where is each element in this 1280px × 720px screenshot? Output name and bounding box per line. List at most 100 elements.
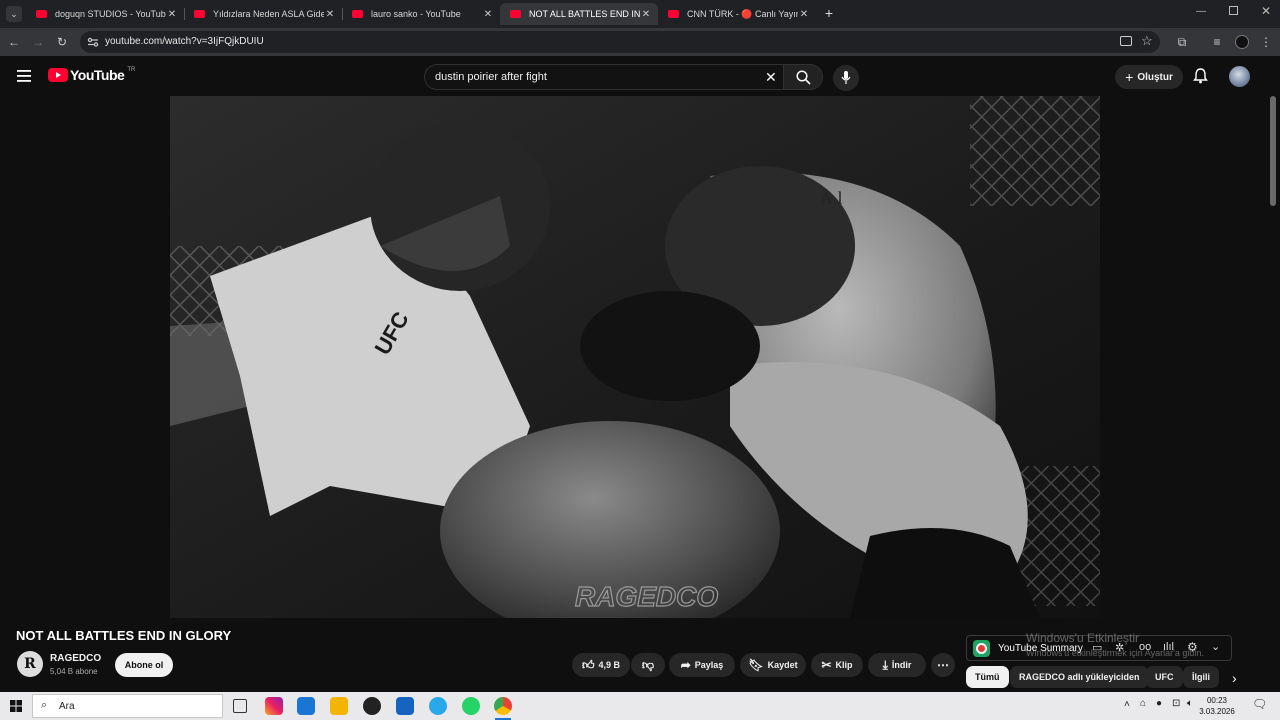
channel-name[interactable]: RAGEDCO	[50, 653, 101, 664]
tattoo-text: A.l	[820, 188, 843, 208]
microphone-icon	[841, 71, 851, 84]
new-tab-button[interactable]: +	[822, 5, 836, 21]
url-text: youtube.com/watch?v=3IjFQjkDUIU	[105, 36, 264, 47]
download-icon: ⤓	[882, 657, 888, 672]
youtube-favicon-icon	[36, 10, 47, 18]
clock-date: 3.03.2026	[1199, 707, 1235, 716]
chrome-app-icon[interactable]	[494, 697, 512, 715]
trello-app-icon[interactable]	[396, 697, 414, 715]
browser-tab-active[interactable]: NOT ALL BATTLES END IN GLORY ✕	[500, 3, 658, 25]
close-window-button[interactable]: ✕	[1261, 4, 1271, 18]
share-arrow-icon: ➦	[680, 658, 691, 672]
video-watermark: RAGEDCO	[575, 581, 718, 612]
volume-icon[interactable]: ⊡	[1172, 698, 1180, 709]
profile-icon[interactable]	[1235, 35, 1249, 49]
subscribe-button[interactable]: Abone ol	[115, 653, 173, 677]
share-button[interactable]: ➦ Paylaş	[669, 653, 735, 677]
close-tab-icon[interactable]: ✕	[482, 9, 494, 20]
search-input[interactable]: dustin poirier after fight ✕	[424, 64, 784, 90]
restore-window-button[interactable]	[1229, 6, 1238, 15]
page-scrollbar[interactable]	[1270, 96, 1276, 206]
youtube-favicon-icon	[510, 10, 521, 18]
notifications-icon[interactable]: 🗨︎	[1252, 697, 1267, 711]
task-view-icon[interactable]	[233, 699, 247, 713]
account-avatar[interactable]	[1229, 66, 1250, 87]
search-icon	[796, 70, 811, 85]
windows-taskbar: ⌕ Ara ˄ ⌂ ● ⊡ 🔈︎ 00:23 3.03.2026 🗨︎	[0, 692, 1280, 720]
search-button[interactable]	[783, 64, 823, 90]
browser-tab-strip: ⌄ doguqn STUDIOS - YouTube ✕ Yıldızlara …	[0, 0, 1280, 28]
speaker-icon[interactable]: 🔈︎	[1187, 698, 1193, 709]
create-label: Oluştur	[1137, 71, 1173, 83]
network-icon[interactable]: ⌂	[1140, 698, 1146, 709]
chrome-menu-icon[interactable]: ⋮	[1258, 34, 1274, 50]
youtube-play-logo-icon	[48, 68, 68, 82]
browser-tab[interactable]: Yıldızlara Neden ASLA Gidemey ✕	[184, 3, 342, 25]
summary-logo-icon	[973, 640, 990, 657]
chip-related[interactable]: İlgili	[1183, 666, 1219, 688]
clear-search-icon[interactable]: ✕	[765, 69, 777, 86]
dislike-button[interactable]: 👎︎	[631, 653, 665, 677]
whatsapp-app-icon[interactable]	[462, 697, 480, 715]
like-count: 4,9 B	[598, 660, 621, 670]
show-hidden-icons-icon[interactable]: ˄	[1124, 699, 1130, 710]
chevron-down-icon[interactable]: ⌄	[1211, 640, 1220, 653]
bookmark-icon: 🔖︎	[748, 658, 764, 672]
forward-arrow-icon[interactable]: →	[30, 34, 46, 50]
bookmark-star-icon[interactable]: ☆	[1141, 33, 1153, 49]
channel-avatar[interactable]: R	[17, 651, 43, 677]
plus-icon: +	[1125, 69, 1134, 85]
browser-tab[interactable]: lauro sanko - YouTube ✕	[342, 3, 500, 25]
thumbs-up-icon: 👍︎	[581, 657, 595, 672]
clip-button[interactable]: ✂ Klip	[811, 653, 863, 677]
hamburger-menu-icon[interactable]	[17, 70, 31, 82]
subscriber-count: 5,04 B abone	[50, 667, 98, 676]
taskbar-search-input[interactable]: ⌕ Ara	[32, 694, 223, 718]
download-label: İndir	[891, 660, 912, 670]
cast-icon[interactable]	[1120, 36, 1132, 46]
browser-tab[interactable]: CNN TÜRK - 🔴 Canlı Yayın ᴴᴰ ✕	[658, 3, 816, 25]
windows-start-icon[interactable]	[10, 700, 22, 712]
youtube-header: YouTube TR dustin poirier after fight ✕ …	[0, 56, 1280, 96]
outlook-app-icon[interactable]	[297, 697, 315, 715]
scissors-icon: ✂	[821, 658, 832, 672]
chip-all[interactable]: Tümü	[966, 666, 1009, 688]
back-arrow-icon[interactable]: ←	[6, 34, 22, 50]
save-button[interactable]: 🔖︎ Kaydet	[740, 653, 806, 677]
close-tab-icon[interactable]: ✕	[798, 9, 810, 20]
more-actions-button[interactable]: ⋯	[931, 653, 955, 677]
voice-search-button[interactable]	[833, 65, 859, 91]
tab-search-icon[interactable]: ⌄	[6, 6, 22, 22]
create-button[interactable]: + Oluştur	[1115, 65, 1183, 89]
chip-ufc[interactable]: UFC	[1146, 666, 1183, 688]
youtube-favicon-icon	[194, 10, 205, 18]
site-info-icon[interactable]	[87, 36, 99, 48]
chip-from-uploader[interactable]: RAGEDCO adlı yükleyiciden	[1010, 666, 1149, 688]
notifications-bell-icon[interactable]	[1193, 68, 1208, 84]
video-player[interactable]: UFC A.l RAGEDCO	[170, 96, 1100, 618]
video-frame-image: UFC A.l RAGEDCO	[170, 96, 1100, 618]
app-icon[interactable]	[363, 697, 381, 715]
microphone-icon[interactable]: ●	[1156, 698, 1162, 709]
address-bar[interactable]: youtube.com/watch?v=3IjFQjkDUIU ☆	[80, 31, 1160, 53]
close-tab-icon[interactable]: ✕	[640, 9, 652, 20]
windows-activation-subtitle: Windows'u etkinleştirmek için Ayarlar'a …	[1026, 648, 1204, 658]
windows-activation-title: Windows'u Etkinleştir	[1026, 631, 1139, 645]
file-explorer-icon[interactable]	[330, 697, 348, 715]
tab-title: doguqn STUDIOS - YouTube	[55, 9, 166, 19]
close-tab-icon[interactable]: ✕	[324, 9, 336, 20]
instagram-app-icon[interactable]	[265, 697, 283, 715]
browser-tab[interactable]: doguqn STUDIOS - YouTube ✕	[26, 3, 184, 25]
minimize-window-button[interactable]: —	[1196, 6, 1206, 17]
taskbar-clock[interactable]: 00:23 3.03.2026	[1197, 695, 1237, 717]
reading-list-icon[interactable]: ≡	[1209, 34, 1225, 50]
youtube-logo[interactable]: YouTube TR	[48, 67, 135, 83]
close-tab-icon[interactable]: ✕	[166, 9, 178, 20]
extensions-icon[interactable]: ⧉	[1174, 34, 1190, 50]
telegram-app-icon[interactable]	[429, 697, 447, 715]
like-button[interactable]: 👍︎ 4,9 B	[572, 653, 630, 677]
chevron-right-icon[interactable]: ›	[1232, 670, 1237, 686]
download-button[interactable]: ⤓ İndir	[868, 653, 926, 677]
reload-icon[interactable]: ↻	[54, 34, 70, 50]
region-code: TR	[127, 67, 136, 73]
